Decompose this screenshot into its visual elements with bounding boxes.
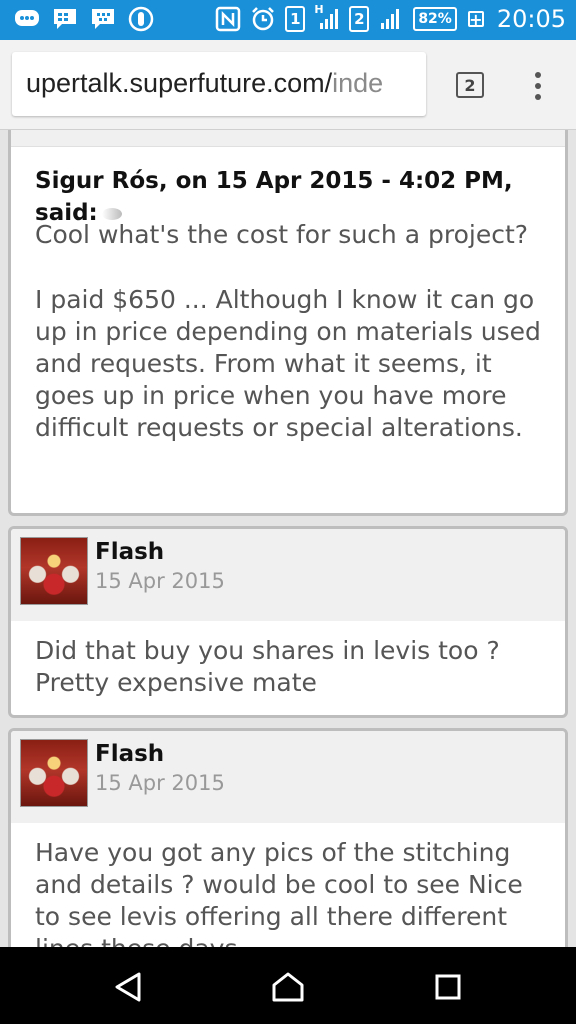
sync-icon bbox=[128, 6, 154, 32]
battery-icon: 82% bbox=[413, 7, 457, 31]
home-icon[interactable] bbox=[270, 969, 306, 1005]
avatar[interactable] bbox=[20, 537, 88, 605]
clock: 20:05 bbox=[496, 5, 566, 33]
more-icon bbox=[14, 6, 40, 32]
message-icon bbox=[52, 6, 78, 32]
status-bar: 1 H 2 82% + 20:05 bbox=[0, 0, 576, 40]
nfc-icon bbox=[215, 6, 241, 32]
signal2-icon bbox=[378, 6, 404, 32]
post-author[interactable]: Flash bbox=[95, 539, 164, 565]
battery-level: 82% bbox=[418, 11, 452, 27]
quote-text: Cool what's the cost for such a project? bbox=[35, 220, 529, 249]
bbm-icon bbox=[90, 6, 116, 32]
post-header-strip bbox=[11, 130, 565, 147]
post-author[interactable]: Flash bbox=[95, 741, 164, 767]
navigation-bar bbox=[0, 947, 576, 1024]
post-card: Sigur Rós, on 15 Apr 2015 - 4:02 PM, sai… bbox=[8, 130, 568, 516]
sim1-badge: 1 bbox=[285, 6, 306, 32]
avatar[interactable] bbox=[20, 739, 88, 807]
post-body: Have you got any pics of the stitching a… bbox=[35, 838, 523, 947]
alarm-icon bbox=[250, 6, 276, 32]
browser-toolbar: upertalk.superfuture.com/inde 2 bbox=[0, 40, 576, 130]
quote-snapback-icon[interactable] bbox=[101, 207, 122, 220]
post-header: Flash 15 Apr 2015 bbox=[11, 731, 565, 823]
charging-icon: + bbox=[467, 9, 484, 29]
post-body: I paid $650 ... Although I know it can g… bbox=[35, 285, 541, 442]
url-text: upertalk.superfuture.com/inde bbox=[26, 68, 384, 98]
post-date: 15 Apr 2015 bbox=[95, 569, 225, 593]
tab-switcher-button[interactable]: 2 bbox=[456, 72, 484, 98]
post-header: Flash 15 Apr 2015 bbox=[11, 529, 565, 621]
url-field[interactable]: upertalk.superfuture.com/inde bbox=[12, 52, 426, 116]
signal-icon: H bbox=[314, 3, 340, 32]
post-body: Did that buy you shares in levis too ? P… bbox=[35, 636, 500, 697]
page-content: Sigur Rós, on 15 Apr 2015 - 4:02 PM, sai… bbox=[0, 130, 576, 947]
url-text-dim: inde bbox=[332, 68, 384, 98]
post-card: Flash 15 Apr 2015 Have you got any pics … bbox=[8, 728, 568, 947]
recents-icon[interactable] bbox=[430, 969, 466, 1005]
network-type: H bbox=[314, 3, 324, 16]
post-card: Flash 15 Apr 2015 Did that buy you share… bbox=[8, 526, 568, 718]
sim2-badge: 2 bbox=[349, 6, 370, 32]
overflow-menu-button[interactable] bbox=[528, 70, 548, 102]
post-date: 15 Apr 2015 bbox=[95, 771, 225, 795]
back-icon[interactable] bbox=[110, 969, 146, 1005]
